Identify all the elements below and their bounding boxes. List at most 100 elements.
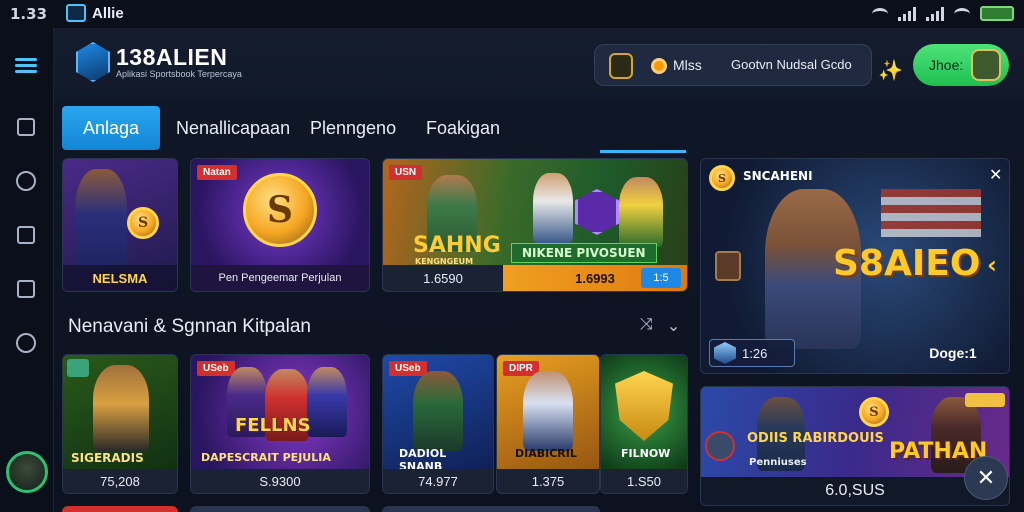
logo-hex-icon (76, 42, 110, 82)
promo-card-2[interactable]: Natan S Pen Pengeemar Perjulan (190, 158, 370, 292)
card-badge: NIKENE PIVOSUEN (511, 243, 657, 263)
player-figure (413, 371, 463, 451)
player-figure (619, 177, 663, 247)
card-badge-icon (67, 359, 89, 377)
badge-icon (609, 53, 633, 79)
coin-icon: S (709, 165, 735, 191)
history-icon[interactable] (14, 170, 38, 192)
left-rail (0, 28, 54, 512)
game-card-3[interactable]: USeb DADIOL SNANB 74.977 (382, 354, 494, 494)
avatar[interactable] (6, 451, 48, 493)
card-title: ODIIS RABIRDOUIS (747, 431, 884, 446)
card-bar: 1.6590 1.6993 1:5 (383, 265, 687, 291)
tab-indicator (600, 150, 686, 153)
join-button[interactable]: Jhoe: (913, 44, 1009, 86)
promo-card-wide[interactable]: S ODIIS RABIRDOUIS Penniuses PATHAN 6.0,… (700, 386, 1010, 506)
coin-icon: S (127, 207, 159, 239)
card-value: 1.375 (497, 469, 599, 493)
card-subtitle: Penniuses (749, 457, 807, 468)
flag-decoration (881, 189, 981, 237)
partial-card (190, 506, 370, 512)
partial-card (62, 506, 178, 512)
chevron-left-icon[interactable]: ‹ (987, 251, 997, 279)
card-caption: FILNOW (621, 447, 671, 460)
player-figure (75, 169, 127, 269)
balance-pill[interactable]: Mlss Gootvn Nudsal Gcdo (594, 44, 872, 86)
close-icon: ✕ (976, 465, 996, 490)
section-controls: ⤨ ⌄ (640, 316, 680, 336)
card-caption: Pen Pengeemar Perjulan (191, 265, 369, 291)
odds-left[interactable]: 1:26 (709, 339, 795, 367)
card-value: 1.S50 (601, 469, 687, 493)
app-icon (66, 4, 86, 22)
card-overlay-title: FELLNS (235, 415, 311, 436)
featured-card[interactable]: S SNCAHENI ✕ S8AIEO ‹ 1:26 Doge:1 (700, 158, 1010, 374)
signal-icon-2 (926, 6, 944, 21)
player-figure (307, 367, 347, 437)
share-icon[interactable] (14, 116, 38, 138)
tab-foakigan[interactable]: Foakigan (412, 106, 514, 150)
card-left-value: 1.6590 (383, 265, 503, 291)
player-figure (533, 173, 573, 243)
logo-title: 138ALIEN (116, 44, 228, 70)
sparkle-icon[interactable]: ✨ (878, 58, 903, 83)
odds-left-value: 1:26 (742, 345, 768, 361)
glove-icon (715, 251, 741, 281)
card-caption: DAPESCRAIT PEJULIA (201, 451, 331, 464)
wallet-icon[interactable] (14, 278, 38, 300)
card-value: 6.0,SUS (701, 477, 1009, 505)
logo[interactable]: 138ALIEN Aplikasi Sportsbook Terpercaya (76, 42, 242, 82)
card-value: S.9300 (191, 469, 369, 493)
card-tag: USeb (197, 361, 235, 376)
status-bar: 1.33 Allie (0, 0, 1024, 28)
tab-plenngeno[interactable]: Plenngeno (296, 106, 410, 150)
document-icon[interactable] (14, 224, 38, 246)
odds-right-value[interactable]: Doge:1 (915, 341, 991, 365)
app-root: 1.33 Allie 138ALIEN Aplikasi Sportsbook … (0, 0, 1024, 512)
pill-label-2: Gootvn Nudsal Gcdo (731, 57, 852, 72)
player-figure (523, 371, 573, 451)
status-icons (872, 6, 1014, 21)
game-card-5[interactable]: FILNOW 1.S50 (600, 354, 688, 494)
button-avatar-icon (971, 49, 1001, 81)
big-coin-icon: S (243, 173, 317, 247)
card-title: S8AIEO (833, 243, 981, 284)
menu-icon[interactable] (14, 54, 38, 76)
logo-subtitle: Aplikasi Sportsbook Terpercaya (116, 69, 242, 79)
card-value: 74.977 (383, 469, 493, 493)
shield-icon (615, 371, 673, 441)
game-card-1[interactable]: SIGERADIS 75,208 (62, 354, 178, 494)
signal-icon (898, 6, 916, 21)
coin-icon (651, 58, 667, 74)
tab-anlaga[interactable]: Anlaga (62, 106, 160, 150)
card-tag: USeb (389, 361, 427, 376)
card-tag: SNCAHENI (743, 169, 813, 183)
coin-icon: S (859, 397, 889, 427)
status-app: Allie (66, 4, 124, 22)
card-tag: USN (389, 165, 423, 180)
card-chip-icon (965, 393, 1005, 407)
wifi-icon (872, 7, 888, 20)
chevron-down-icon[interactable]: ⌄ (667, 316, 680, 336)
player-figure (93, 365, 149, 451)
promo-card-1[interactable]: S NELSMA (62, 158, 178, 292)
wifi-icon-2 (954, 7, 970, 20)
status-app-name: Allie (92, 4, 124, 22)
card-chip[interactable]: 1:5 (641, 268, 681, 288)
battery-icon (980, 6, 1014, 21)
game-card-2[interactable]: USeb FELLNS DAPESCRAIT PEJULIA S.9300 (190, 354, 370, 494)
shuffle-icon[interactable]: ⤨ (640, 316, 653, 336)
chat-icon[interactable] (14, 332, 38, 354)
game-card-4[interactable]: DIPR DIABICRIL 1.375 (496, 354, 600, 494)
tab-bar: Anlaga Nenallicapaan Plenngeno Foakigan (54, 100, 1024, 154)
card-caption: SIGERADIS (71, 451, 144, 465)
close-icon[interactable]: ✕ (989, 165, 1002, 185)
card-title: SAHNG (413, 233, 501, 258)
tab-nenallicapaan[interactable]: Nenallicapaan (162, 106, 304, 150)
section-title: Nenavani & Sgnnan Kitpalan (68, 316, 311, 337)
promo-card-3[interactable]: USN SAHNG KENGNGEUM NIKENE PIVOSUEN 1.65… (382, 158, 688, 292)
card-tag: Natan (197, 165, 237, 180)
close-button[interactable]: ✕ (964, 456, 1008, 500)
header: 138ALIEN Aplikasi Sportsbook Terpercaya … (54, 28, 1024, 100)
card-caption: NELSMA (63, 265, 177, 291)
